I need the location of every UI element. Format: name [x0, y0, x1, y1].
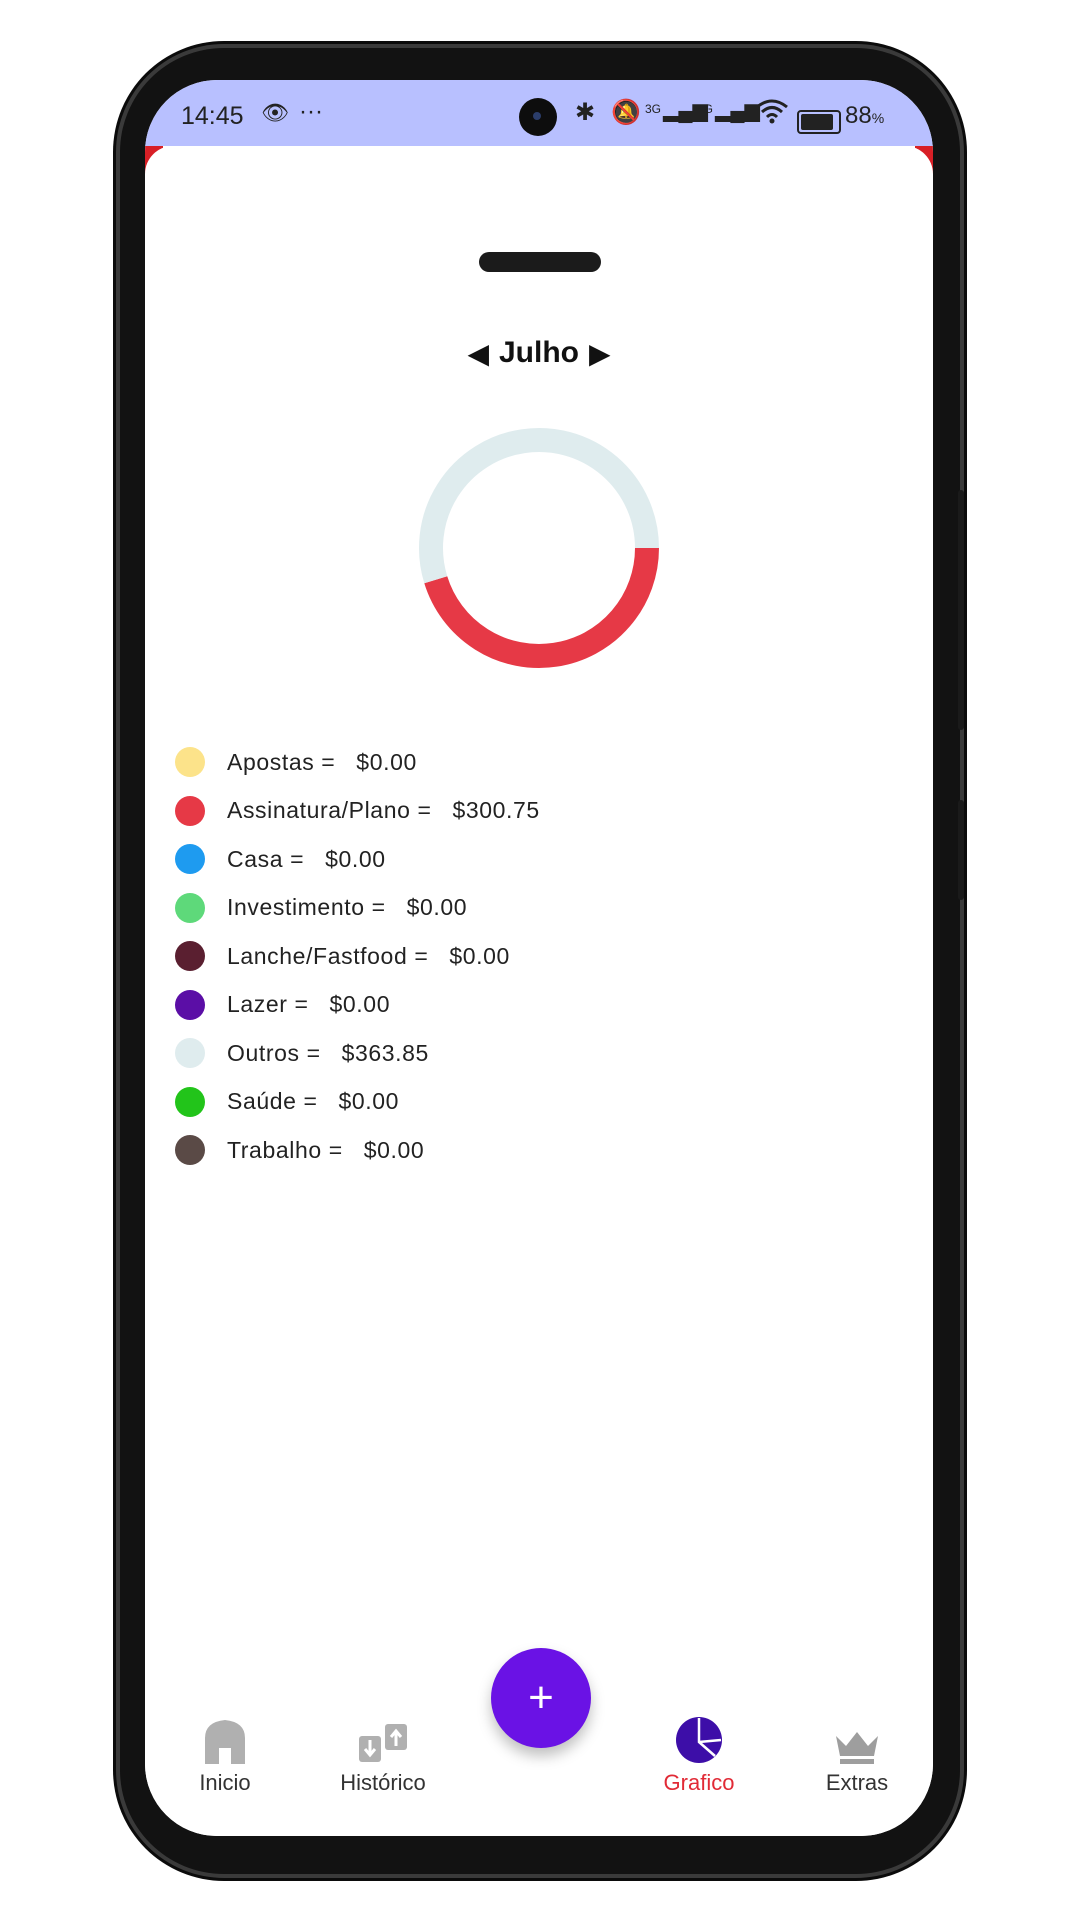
legend-label: Lazer = $0.00: [227, 991, 391, 1018]
legend-item: Trabalho = $0.00: [175, 1126, 540, 1175]
category-legend: Apostas = $0.00 Assinatura/Plano = $300.7…: [175, 738, 540, 1175]
legend-label: Apostas = $0.00: [227, 748, 417, 775]
screen: 14:45 👁 ··· ✱ 🔕 3G ▂▄▆ 4G ▂▄▆ 88% ◀ Julh…: [145, 80, 933, 1836]
battery-icon: [797, 110, 841, 134]
crown-icon: [787, 1706, 927, 1764]
nav-item-grafico[interactable]: Grafico: [629, 1706, 769, 1796]
legend-item: Lanche/Fastfood = $0.00: [175, 932, 540, 981]
wifi-icon: [755, 98, 789, 131]
signal-4g-label: 4G: [697, 102, 714, 116]
battery-percent: 88%: [845, 102, 885, 129]
bluetooth-icon: ✱: [575, 99, 596, 126]
nav-label: Inicio: [199, 1770, 251, 1795]
eye-icon: 👁: [261, 100, 289, 125]
system-navigation-bar: [145, 1826, 933, 1836]
signal-3g-label: 3G: [645, 102, 662, 116]
power-button: [958, 800, 964, 900]
legend-color-dot: [175, 1086, 205, 1117]
legend-item: Outros = $363.85: [175, 1029, 540, 1078]
legend-label: Lanche/Fastfood = $0.00: [227, 942, 510, 969]
legend-item: Saúde = $0.00: [175, 1078, 540, 1127]
nav-label: Grafico: [663, 1770, 735, 1795]
legend-item: Assinatura/Plano = $300.75: [175, 787, 540, 836]
donut-chart: [419, 428, 659, 668]
volume-button: [958, 490, 964, 730]
legend-color-dot: [175, 1038, 205, 1069]
legend-label: Assinatura/Plano = $300.75: [227, 797, 540, 824]
home-icon: [155, 1706, 295, 1764]
legend-label: Outros = $363.85: [227, 1039, 429, 1066]
bottom-sheet: ◀ Julho ▶ Apostas = $0.00 Assinatura/Plan…: [145, 146, 933, 1836]
bell-off-icon: 🔕: [611, 99, 641, 126]
donut-slice-assinatura-plano: [424, 547, 659, 668]
donut-slice-outros: [419, 428, 659, 584]
legend-color-dot: [175, 747, 205, 778]
signal-bars-icon: ▂▄▆: [715, 100, 760, 122]
caret-right-icon[interactable]: ▶: [589, 337, 611, 370]
legend-color-dot: [175, 989, 205, 1020]
legend-item: Investimento = $0.00: [175, 884, 540, 933]
month-selector: ◀ Julho ▶: [145, 328, 933, 378]
legend-label: Trabalho = $0.00: [227, 1136, 425, 1163]
legend-label: Saúde = $0.00: [227, 1088, 400, 1115]
legend-item: Casa = $0.00: [175, 835, 540, 884]
nav-label: Extras: [825, 1770, 889, 1795]
status-bar: 14:45 👁 ··· ✱ 🔕 3G ▂▄▆ 4G ▂▄▆ 88%: [145, 80, 933, 146]
legend-color-dot: [175, 892, 205, 923]
legend-item: Lazer = $0.00: [175, 981, 540, 1030]
legend-label: Casa = $0.00: [227, 845, 386, 872]
legend-label: Investimento = $0.00: [227, 894, 468, 921]
pie-chart-icon: [629, 1706, 769, 1764]
caret-left-icon[interactable]: ◀: [467, 337, 489, 370]
legend-color-dot: [175, 795, 205, 826]
month-label: Julho: [499, 336, 579, 369]
legend-color-dot: [175, 1135, 205, 1166]
nav-item-historico[interactable]: Histórico: [313, 1706, 453, 1796]
drag-handle[interactable]: [479, 252, 601, 272]
legend-color-dot: [175, 844, 205, 875]
add-button[interactable]: +: [491, 1648, 591, 1748]
status-time: 14:45: [181, 102, 244, 130]
nav-item-extras[interactable]: Extras: [787, 1706, 927, 1796]
nav-label: Histórico: [340, 1770, 426, 1795]
transfer-icon: [313, 1706, 453, 1764]
more-notifications-icon: ···: [299, 98, 323, 125]
legend-color-dot: [175, 941, 205, 972]
front-camera: [519, 98, 557, 136]
legend-item: Apostas = $0.00: [175, 738, 540, 787]
nav-item-inicio[interactable]: Inicio: [155, 1706, 295, 1796]
